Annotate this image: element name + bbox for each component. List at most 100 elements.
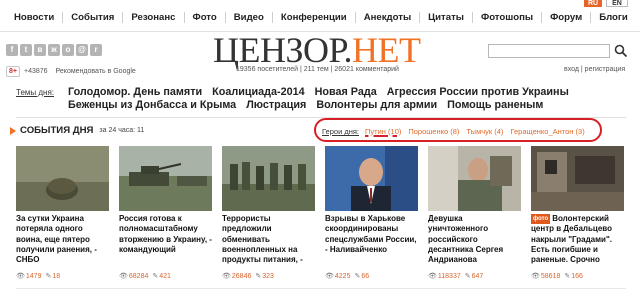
nav-item-photoshops[interactable]: Фотошопы <box>481 12 533 23</box>
hero-count: (3) <box>575 127 585 136</box>
hero-count: (4) <box>494 127 504 136</box>
livejournal-icon[interactable]: ж <box>48 44 60 56</box>
hero-link-tymchuk[interactable]: Тымчук (4) <box>466 127 503 136</box>
facebook-icon[interactable]: f <box>6 44 18 56</box>
paratrooper-image <box>428 146 521 211</box>
news-meta: 👁 26846 ✎ 323 <box>222 272 274 281</box>
rss-icon[interactable]: r <box>90 44 102 56</box>
comment-icon: ✎ <box>354 273 361 280</box>
news-meta: 👁 58618 ✎ 166 <box>531 272 583 281</box>
topic-link[interactable]: Волонтеры для армии <box>316 99 437 111</box>
topics-label[interactable]: Темы дня: <box>16 88 54 97</box>
comments-count: 66 <box>361 272 370 280</box>
comment-icon: ✎ <box>45 273 52 280</box>
eye-icon: 👁 <box>16 273 25 280</box>
comment-icon: ✎ <box>152 273 159 280</box>
news-thumbnail[interactable] <box>222 146 315 211</box>
hero-link-putin[interactable]: Путин (10) <box>365 127 401 136</box>
twitter-icon[interactable]: t <box>20 44 32 56</box>
views-count: 1479 <box>25 272 42 280</box>
nav-item-resonance[interactable]: Резонанс <box>131 12 175 23</box>
news-thumbnail[interactable] <box>119 146 212 211</box>
eye-icon: 👁 <box>531 273 540 280</box>
logo-part-2: НЕТ <box>352 30 421 70</box>
views-count: 68284 <box>128 272 149 280</box>
news-card[interactable]: Россия готова к полномасштабному вторжен… <box>119 146 212 288</box>
google-plus-count: +43876 <box>23 68 48 75</box>
arrow-right-icon <box>10 126 16 135</box>
events-header: СОБЫТИЯ ДНЯ за 24 часа: 11 <box>10 125 144 136</box>
news-card[interactable]: Взрывы в Харькове скоординированы спецсл… <box>325 146 418 288</box>
eye-icon: 👁 <box>428 273 437 280</box>
social-icons: f t в ж о @ r <box>6 44 104 56</box>
lang-en-button[interactable]: EN <box>606 0 628 7</box>
comment-icon: ✎ <box>464 273 471 280</box>
search-icon[interactable] <box>614 44 628 58</box>
search-input[interactable] <box>488 44 610 58</box>
topic-link[interactable]: Помощь раненым <box>447 99 543 111</box>
google-plus-widget: 8+ +43876 Рекомендовать в Google <box>6 66 136 77</box>
news-thumbnail[interactable] <box>16 146 109 211</box>
hero-link-gerashchenko[interactable]: Геращенко_Антон (3) <box>510 127 584 136</box>
hero-name: Порошенко <box>408 127 449 136</box>
soldiers-image <box>222 146 315 211</box>
topics-row-1: Голодомор. День памяти Коалициада-2014 Н… <box>68 86 579 98</box>
topics-row-2: Беженцы из Донбасса и Крыма Люстрация Во… <box>68 99 553 111</box>
news-card[interactable]: Террористы предложили обменивать военноп… <box>222 146 315 288</box>
eye-icon: 👁 <box>325 273 334 280</box>
comments-count: 647 <box>471 272 484 280</box>
topic-link[interactable]: Люстрация <box>246 99 306 111</box>
tanks-image <box>119 146 212 211</box>
nav-item-events[interactable]: События <box>71 12 114 23</box>
top-nav-menu: Новости События Резонанс Фото Видео Конф… <box>14 12 628 23</box>
comment-icon: ✎ <box>564 273 571 280</box>
nav-separator <box>122 12 124 23</box>
login-register-links[interactable]: вход | регистрация <box>564 66 625 73</box>
nav-separator <box>590 12 592 23</box>
nav-item-forum[interactable]: Форум <box>550 12 582 23</box>
topic-link[interactable]: Беженцы из Донбасса и Крыма <box>68 99 236 111</box>
nav-item-video[interactable]: Видео <box>234 12 264 23</box>
heroes-label[interactable]: Герои дня: <box>322 127 359 136</box>
events-title[interactable]: СОБЫТИЯ ДНЯ <box>20 125 93 136</box>
hero-link-poroshenko[interactable]: Порошенко (8) <box>408 127 459 136</box>
vkontakte-icon[interactable]: в <box>34 44 46 56</box>
nav-item-quotes[interactable]: Цитаты <box>428 12 464 23</box>
lang-ru-button[interactable]: RU <box>584 0 602 7</box>
topic-link[interactable]: Новая Рада <box>315 86 377 98</box>
news-meta: 👁 4225 ✎ 66 <box>325 272 370 281</box>
nav-item-blogs[interactable]: Блоги <box>599 12 628 23</box>
top-navigation: Новости События Резонанс Фото Видео Конф… <box>0 0 640 32</box>
nav-item-photo[interactable]: Фото <box>193 12 217 23</box>
eye-icon: 👁 <box>119 273 128 280</box>
site-stats: 19356 посетителей | 211 тем | 26021 комм… <box>236 66 399 73</box>
nav-separator <box>224 12 226 23</box>
news-thumbnail[interactable] <box>531 146 624 211</box>
news-card[interactable]: фото Волонтерский центр в Дебальцево накр… <box>531 146 624 288</box>
google-plus-button[interactable]: 8+ <box>6 66 20 77</box>
official-portrait-image <box>325 146 418 211</box>
news-card[interactable]: За сутки Украина потеряла одного воина, … <box>16 146 109 288</box>
topic-link[interactable]: Коалициада-2014 <box>212 86 304 98</box>
news-thumbnail[interactable] <box>325 146 418 211</box>
odnoklassniki-icon[interactable]: о <box>62 44 74 56</box>
photo-badge: фото <box>531 214 551 225</box>
hero-count: (8) <box>450 127 460 136</box>
nav-separator <box>541 12 543 23</box>
site-logo[interactable]: ЦЕНЗОР.НЕТ <box>213 32 421 68</box>
news-card[interactable]: Девушка уничтоженного российского десант… <box>428 146 521 288</box>
news-thumbnail[interactable] <box>428 146 521 211</box>
topic-link[interactable]: Голодомор. День памяти <box>68 86 202 98</box>
helmet-image <box>16 146 109 211</box>
nav-item-jokes[interactable]: Анекдоты <box>364 12 411 23</box>
nav-item-news[interactable]: Новости <box>14 12 54 23</box>
heroes-of-day: Герои дня: Путин (10) Порошенко (8) Тымч… <box>322 127 592 136</box>
divider <box>16 288 626 289</box>
topic-link[interactable]: Агрессия России против Украины <box>387 86 569 98</box>
mail-icon[interactable]: @ <box>76 44 88 56</box>
nav-item-conferences[interactable]: Конференции <box>281 12 347 23</box>
nav-separator <box>183 12 185 23</box>
views-count: 58618 <box>540 272 561 280</box>
news-meta: 👁 68284 ✎ 421 <box>119 272 171 281</box>
hero-name: Геращенко_Антон <box>510 127 574 136</box>
